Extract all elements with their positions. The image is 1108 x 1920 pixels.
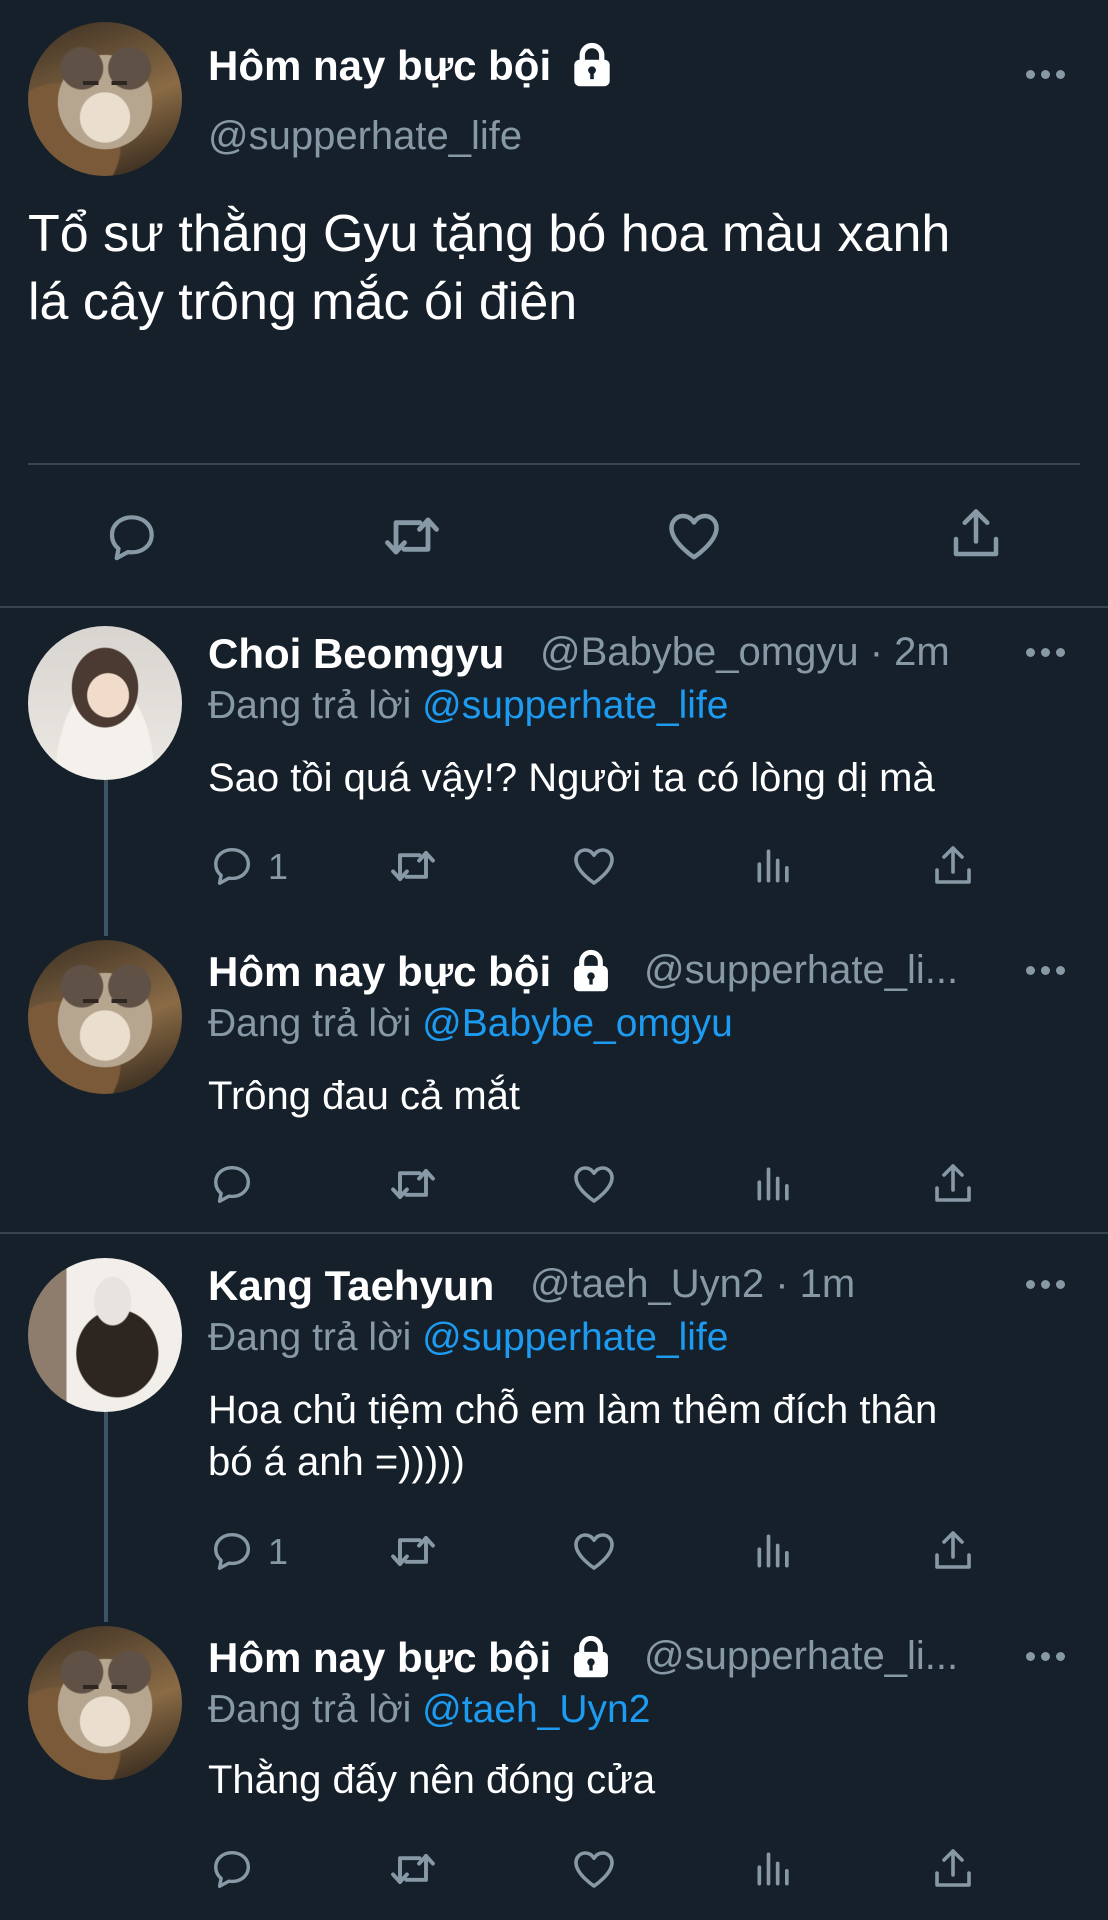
avatar[interactable] [28, 1626, 182, 1780]
reply-icon[interactable] [210, 1527, 256, 1573]
reply-text: Thằng đấy nên đóng cửa [208, 1758, 656, 1802]
retweet-icon[interactable] [380, 504, 444, 568]
stats-icon[interactable] [752, 1847, 796, 1891]
reply-text: Hoa chủ tiệm chỗ em làm thêm đích thân b… [208, 1384, 1088, 1488]
mention-link[interactable]: @Babybe_omgyu [422, 1002, 733, 1045]
avatar[interactable] [28, 940, 182, 1094]
stats-icon[interactable] [752, 1529, 796, 1573]
share-icon[interactable] [929, 1527, 977, 1575]
separator [28, 463, 1080, 465]
reply-header: Hôm nay bực bội [208, 948, 613, 996]
reply-text-line: Hoa chủ tiệm chỗ em làm thêm đích thân [208, 1388, 938, 1432]
lock-icon [569, 42, 615, 88]
mention-link[interactable]: @taeh_Uyn2 [422, 1688, 650, 1731]
display-name[interactable]: Choi Beomgyu [208, 630, 504, 678]
display-name[interactable]: Kang Taehyun [208, 1262, 494, 1310]
avatar[interactable] [28, 1258, 182, 1412]
handle[interactable]: @supperhate_li... [644, 1634, 958, 1679]
lock-icon [569, 1635, 613, 1679]
handle-time[interactable]: @Babybe_omgyu · 2m [540, 630, 950, 675]
like-icon[interactable] [664, 506, 724, 566]
share-icon[interactable] [929, 1160, 977, 1208]
retweet-icon[interactable] [387, 1525, 439, 1577]
more-icon[interactable] [1026, 1280, 1066, 1290]
reply-text: Sao tồi quá vậy!? Người ta có lòng dị mà [208, 756, 935, 800]
reply-icon[interactable] [210, 842, 256, 888]
reply-icon[interactable] [210, 1845, 256, 1891]
like-icon[interactable] [570, 1845, 618, 1893]
reply-icon[interactable] [105, 508, 161, 564]
handle-time[interactable]: @taeh_Uyn2 · 1m [530, 1262, 855, 1307]
avatar[interactable] [28, 626, 182, 780]
stats-icon[interactable] [752, 844, 796, 888]
reply-text-line: bó á anh =))))) [208, 1440, 465, 1484]
display-name[interactable]: Hôm nay bực bội [208, 1634, 551, 1681]
display-name[interactable]: Hôm nay bực bội [208, 948, 551, 995]
display-name[interactable]: Hôm nay bực bội [208, 42, 551, 89]
reply-count: 1 [268, 1531, 289, 1572]
retweet-icon[interactable] [387, 840, 439, 892]
retweet-icon[interactable] [387, 1843, 439, 1895]
thread-line [104, 780, 108, 936]
reply-icon[interactable] [210, 1160, 256, 1206]
replying-to: Đang trả lời @Babybe_omgyu [208, 1002, 733, 1045]
more-icon[interactable] [1026, 1652, 1066, 1662]
avatar[interactable] [28, 22, 182, 176]
stats-icon[interactable] [752, 1162, 796, 1206]
main-tweet-header: Hôm nay bực bội [208, 42, 615, 90]
retweet-icon[interactable] [387, 1158, 439, 1210]
replying-to: Đang trả lời @supperhate_life [208, 684, 729, 727]
like-icon[interactable] [570, 1160, 618, 1208]
share-icon[interactable] [946, 504, 1006, 564]
like-icon[interactable] [570, 1527, 618, 1575]
reply-header: Hôm nay bực bội [208, 1634, 613, 1682]
more-icon[interactable] [1026, 966, 1066, 976]
tweet-text-line: lá cây trông mắc ói điên [28, 273, 578, 331]
replying-to: Đang trả lời @taeh_Uyn2 [208, 1688, 651, 1731]
lock-icon [569, 949, 613, 993]
reply-text: Trông đau cả mắt [208, 1074, 521, 1118]
like-icon[interactable] [570, 842, 618, 890]
replying-to: Đang trả lời @supperhate_life [208, 1316, 729, 1359]
tweet-text-line: Tổ sư thằng Gyu tặng bó hoa màu xanh [28, 205, 951, 263]
handle[interactable]: @supperhate_li... [644, 948, 958, 993]
divider [0, 606, 1108, 608]
mention-link[interactable]: @supperhate_life [422, 684, 728, 727]
share-icon[interactable] [929, 842, 977, 890]
more-icon[interactable] [1026, 70, 1066, 80]
tweet-text: Tổ sư thằng Gyu tặng bó hoa màu xanh lá … [28, 200, 1098, 336]
thread-line [104, 1412, 108, 1622]
handle[interactable]: @supperhate_life [208, 114, 522, 159]
reply-count: 1 [268, 846, 289, 887]
divider [0, 1232, 1108, 1234]
mention-link[interactable]: @supperhate_life [422, 1316, 728, 1359]
share-icon[interactable] [929, 1845, 977, 1893]
more-icon[interactable] [1026, 648, 1066, 658]
